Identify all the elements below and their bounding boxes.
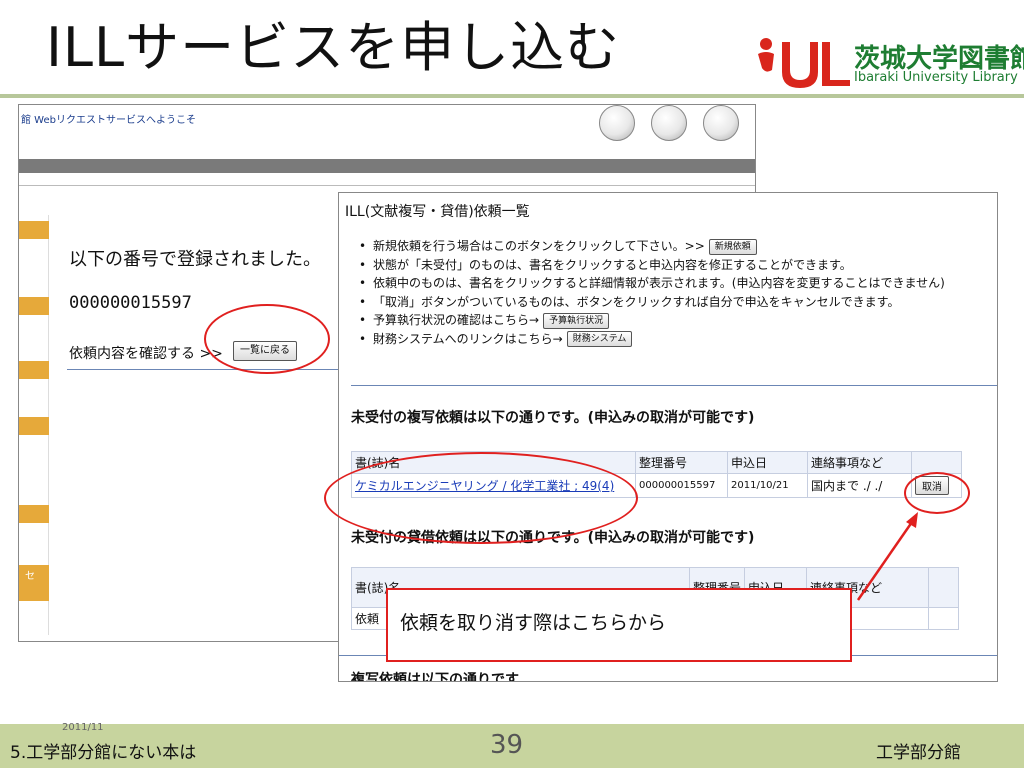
copy-requests-bottom-heading: 複写依頼は以下の通りです	[351, 672, 519, 682]
column-header	[928, 567, 960, 608]
note-cell: 国内まで ./ ./	[807, 473, 912, 498]
date-cell: 2011/10/21	[727, 473, 808, 498]
ill-list-title: ILL(文献複写・貸借)依頼一覧	[345, 204, 530, 220]
finance-system-button[interactable]: 財務システム	[566, 331, 633, 347]
request-title-link[interactable]: ケミカルエンジニヤリング / 化学工業社 ; 49(4)	[355, 479, 614, 493]
column-header: 連絡事項など	[807, 451, 912, 474]
divider	[351, 385, 997, 386]
title-cell: ケミカルエンジニヤリング / 化学工業社 ; 49(4)	[351, 473, 636, 498]
list-item: 「取消」ボタンがついているものは、ボタンをクリックすれば自分で申込をキャンセルで…	[359, 293, 945, 312]
list-item: 財務システムへのリンクはこちら→財務システム	[359, 330, 945, 349]
callout-box: 依頼を取り消す際はこちらから	[386, 588, 852, 662]
home-back-icon[interactable]	[703, 105, 739, 141]
instruction-text: 新規依頼を行う場合はこのボタンをクリックして下さい。>>	[373, 239, 705, 253]
divider	[67, 369, 357, 370]
menu-bar	[19, 159, 755, 173]
number-cell: 000000015597	[635, 473, 728, 498]
instruction-list: 新規依頼を行う場合はこのボタンをクリックして下さい。>>新規依頼 状態が「未受付…	[359, 237, 945, 348]
slide-title: ILLサービスを申し込む	[46, 16, 621, 79]
side-tab[interactable]	[19, 417, 49, 435]
confirm-text: 依頼内容を確認する >>	[69, 346, 223, 362]
divider	[19, 185, 755, 186]
list-item: 予算執行状況の確認はこちら→予算執行状況	[359, 311, 945, 330]
instruction-text: 依頼中のものは、書名をクリックすると詳細情報が表示されます。(申込内容を変更する…	[373, 276, 945, 290]
footer-section-title: 5.工学部分館にない本は	[10, 743, 197, 763]
table-row: ケミカルエンジニヤリング / 化学工業社 ; 49(4) 00000001559…	[351, 473, 962, 498]
instruction-text: 財務システムへのリンクはこちら→	[373, 331, 563, 346]
library-logo: 茨城大学図書館 Ibaraki University Library	[754, 36, 1024, 94]
column-header	[911, 451, 962, 474]
welcome-text: 館 Webリクエストサービスへようこそ	[21, 115, 196, 126]
new-request-button[interactable]: 新規依頼	[708, 238, 757, 255]
footer-date: 2011/11	[62, 722, 104, 733]
table-header-row: 書(誌)名 整理番号 申込日 連絡事項など	[351, 451, 962, 474]
title-divider	[0, 94, 1024, 98]
instruction-text: 予算執行状況の確認はこちら→	[373, 313, 540, 327]
footer-branch-name: 工学部分館	[876, 743, 961, 763]
nav-icon-group	[593, 105, 753, 145]
column-header: 申込日	[727, 451, 808, 474]
side-tab[interactable]	[19, 221, 49, 239]
cell	[928, 607, 960, 630]
instruction-text: 状態が「未受付」のものは、書名をクリックすると申込内容を修正することができます。	[373, 257, 852, 272]
side-tab[interactable]	[19, 505, 49, 523]
list-item: 依頼中のものは、書名をクリックすると詳細情報が表示されます。(申込内容を変更する…	[359, 274, 945, 293]
side-tab[interactable]	[19, 297, 49, 315]
column-header: 整理番号	[635, 451, 728, 474]
cancel-request-button[interactable]: 取消	[915, 476, 949, 495]
home-icon[interactable]	[651, 105, 687, 141]
back-to-list-button[interactable]: 一覧に戻る	[233, 341, 297, 361]
side-tab[interactable]	[19, 361, 49, 379]
cancel-cell: 取消	[911, 473, 962, 498]
instruction-text: 「取消」ボタンがついているものは、ボタンをクリックすれば自分で申込をキャンセルで…	[373, 294, 900, 309]
budget-status-button[interactable]: 予算執行状況	[543, 312, 610, 329]
loan-requests-heading: 未受付の貸借依頼は以下の通りです。(申込みの取消が可能です)	[351, 530, 755, 546]
newspaper-icon[interactable]	[599, 105, 635, 141]
logo-mark-icon	[758, 38, 850, 88]
logo-name-en: Ibaraki University Library	[854, 70, 1018, 85]
registration-number: 000000015597	[69, 293, 192, 313]
list-item: 状態が「未受付」のものは、書名をクリックすると申込内容を修正することができます。	[359, 256, 945, 275]
copy-requests-heading: 未受付の複写依頼は以下の通りです。(申込みの取消が可能です)	[351, 410, 755, 426]
page-number: 39	[490, 730, 524, 760]
column-header: 書(誌)名	[351, 451, 636, 474]
registered-message: 以下の番号で登録されました。	[69, 249, 321, 270]
side-tab-label: セ	[25, 571, 35, 582]
list-item: 新規依頼を行う場合はこのボタンをクリックして下さい。>>新規依頼	[359, 237, 945, 256]
copy-requests-table: 書(誌)名 整理番号 申込日 連絡事項など ケミカルエンジニヤリング / 化学工…	[351, 451, 962, 498]
